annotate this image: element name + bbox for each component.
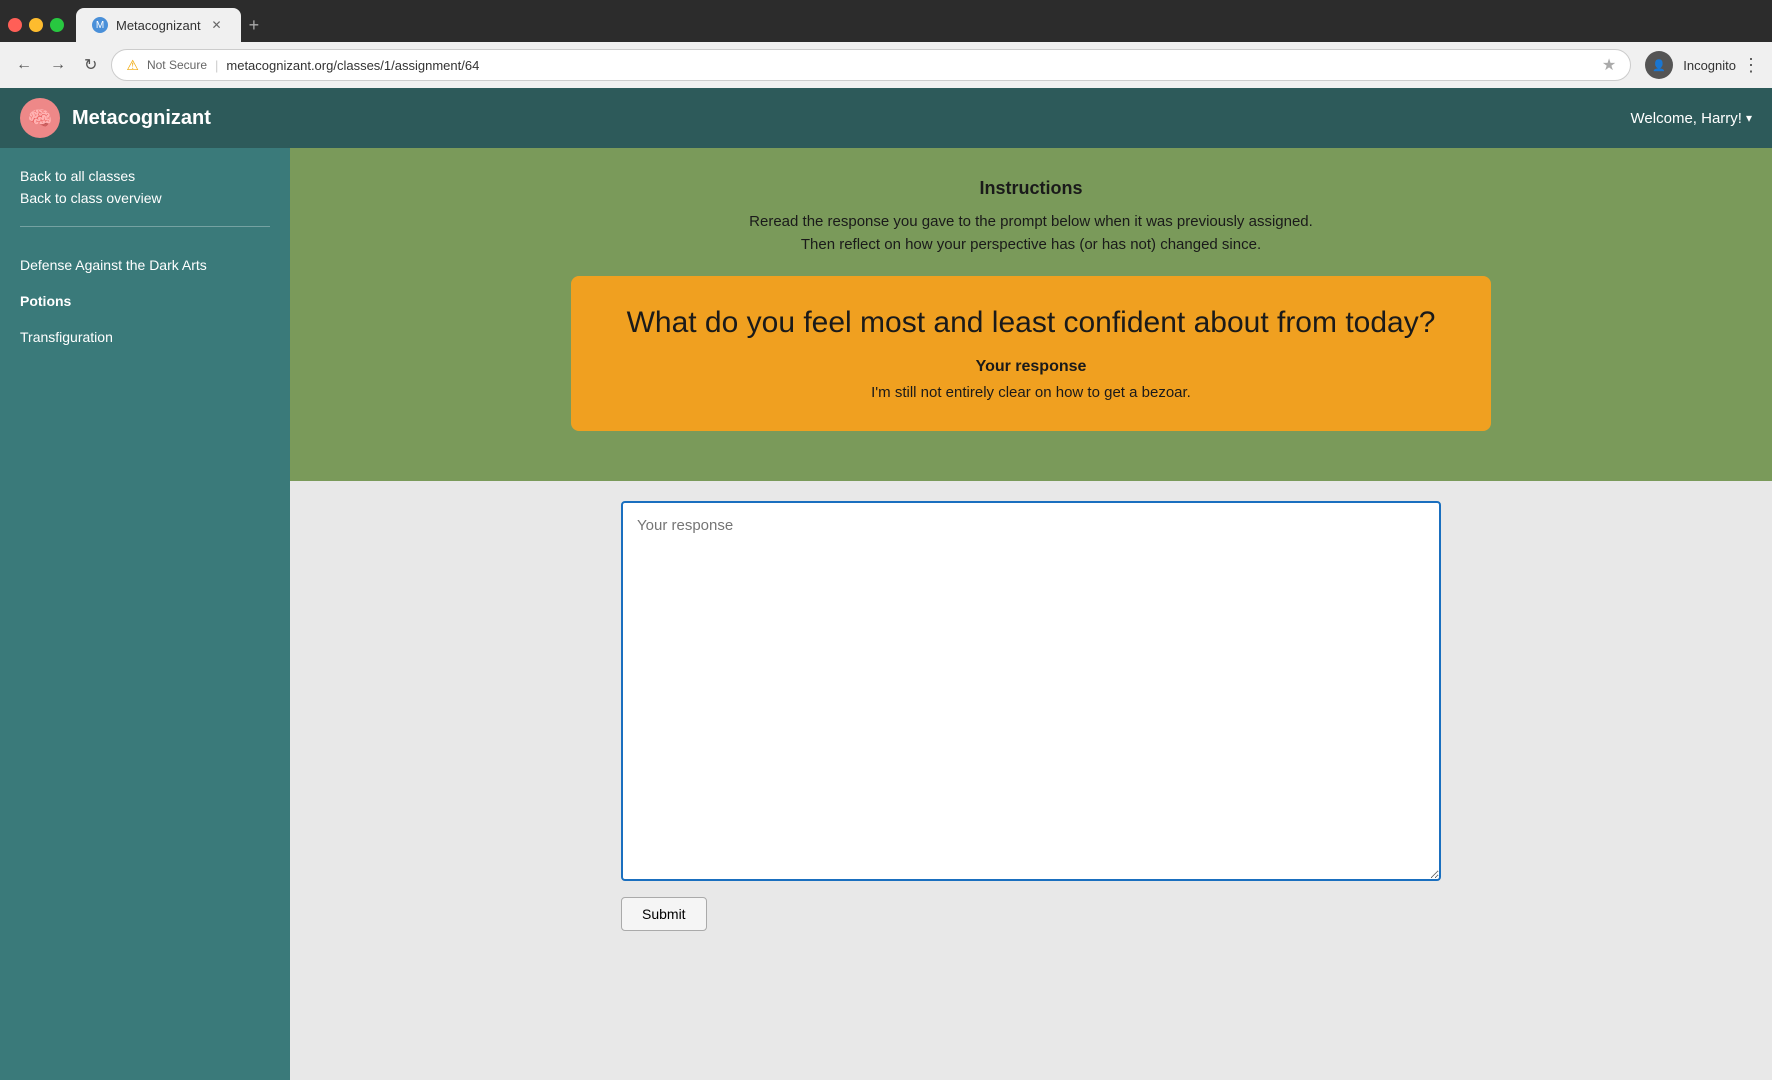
- dropdown-arrow-icon: ▾: [1746, 111, 1752, 125]
- instructions-title: Instructions: [310, 178, 1752, 199]
- content-area: Instructions Reread the response you gav…: [290, 148, 1772, 1080]
- submit-button[interactable]: Submit: [621, 897, 707, 931]
- response-section: Submit: [290, 481, 1772, 1080]
- sidebar-divider: [20, 226, 270, 227]
- url-bar[interactable]: ⚠ Not Secure | metacognizant.org/classes…: [111, 49, 1631, 81]
- security-icon: ⚠: [126, 57, 139, 74]
- prompt-question: What do you feel most and least confiden…: [611, 306, 1451, 340]
- forward-button[interactable]: →: [46, 52, 70, 78]
- minimize-button[interactable]: [29, 18, 43, 32]
- menu-dots[interactable]: ⋮: [1742, 55, 1760, 76]
- your-response-label: Your response: [611, 358, 1451, 376]
- back-to-class-overview-link[interactable]: Back to class overview: [20, 190, 270, 206]
- reload-button[interactable]: ↻: [80, 51, 101, 79]
- back-to-all-classes-link[interactable]: Back to all classes: [20, 168, 270, 184]
- security-label: Not Secure: [147, 58, 207, 72]
- your-response-text: I'm still not entirely clear on how to g…: [611, 384, 1451, 401]
- incognito-area: Incognito ⋮: [1683, 55, 1760, 76]
- brand-logo: 🧠: [20, 98, 60, 138]
- address-bar: ← → ↻ ⚠ Not Secure | metacognizant.org/c…: [0, 42, 1772, 88]
- instructions-line2: Then reflect on how your perspective has…: [310, 234, 1752, 257]
- url-text: metacognizant.org/classes/1/assignment/6…: [226, 58, 1594, 73]
- window-controls: [8, 18, 64, 32]
- prompt-card: What do you feel most and least confiden…: [571, 276, 1491, 431]
- incognito-label: Incognito: [1683, 58, 1736, 73]
- main-layout: Back to all classes Back to class overvi…: [0, 148, 1772, 1080]
- welcome-area[interactable]: Welcome, Harry! ▾: [1631, 110, 1752, 127]
- response-textarea[interactable]: [621, 501, 1441, 881]
- bookmark-button[interactable]: ★: [1602, 55, 1616, 75]
- sidebar-item-transfiguration[interactable]: Transfiguration: [0, 319, 290, 355]
- app-wrapper: 🧠 Metacognizant Welcome, Harry! ▾ Back t…: [0, 88, 1772, 1080]
- instructions-line1: Reread the response you gave to the prom…: [310, 211, 1752, 234]
- sidebar-item-defense[interactable]: Defense Against the Dark Arts: [0, 247, 290, 283]
- tab-favicon: M: [92, 17, 108, 33]
- back-button[interactable]: ←: [12, 52, 36, 78]
- brand: 🧠 Metacognizant: [20, 98, 211, 138]
- sidebar-item-potions[interactable]: Potions: [0, 283, 290, 319]
- sidebar-nav-links: Back to all classes Back to class overvi…: [0, 168, 290, 206]
- profile-button[interactable]: 👤: [1645, 51, 1673, 79]
- browser-chrome: M Metacognizant ✕ + ← → ↻ ⚠ Not Secure |…: [0, 0, 1772, 88]
- brand-name: Metacognizant: [72, 107, 211, 130]
- instructions-section: Instructions Reread the response you gav…: [290, 148, 1772, 481]
- close-button[interactable]: [8, 18, 22, 32]
- url-separator: |: [215, 58, 218, 73]
- extensions-area: 👤: [1645, 51, 1673, 79]
- active-tab[interactable]: M Metacognizant ✕: [76, 8, 241, 42]
- welcome-label: Welcome, Harry!: [1631, 110, 1742, 127]
- new-tab-button[interactable]: +: [241, 15, 268, 36]
- top-nav: 🧠 Metacognizant Welcome, Harry! ▾: [0, 88, 1772, 148]
- maximize-button[interactable]: [50, 18, 64, 32]
- tab-title: Metacognizant: [116, 18, 201, 33]
- sidebar: Back to all classes Back to class overvi…: [0, 148, 290, 1080]
- tab-bar: M Metacognizant ✕ +: [0, 0, 1772, 42]
- tab-close-button[interactable]: ✕: [209, 17, 225, 33]
